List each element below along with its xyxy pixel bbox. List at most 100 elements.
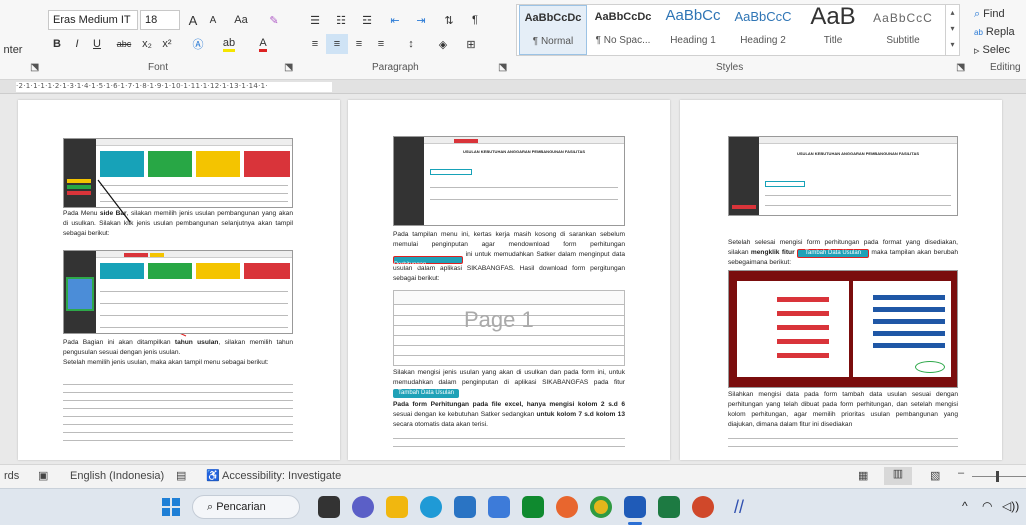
screenshot-modal-form [728,270,958,388]
wifi-icon[interactable]: ◠ [982,499,992,513]
align-center-icon[interactable]: ≡ [326,34,348,54]
taskbar-search[interactable]: ⌕ Pencarian [192,495,300,519]
page-1[interactable]: Pada Menu side Bar, silakan memilih jeni… [18,100,340,460]
font-name-value: Eras Medium IT [53,14,131,26]
style-heading-2[interactable]: AaBbCcC Heading 2 [729,5,797,55]
ribbon: nter ⬔ Eras Medium IT 18 A A Aa ✎ B I U … [0,0,1026,80]
italic-button[interactable]: I [68,34,86,54]
replace-button[interactable]: ab Repla [974,22,1026,42]
text-effects-icon[interactable]: Ⓐ [186,34,210,54]
strikethrough-button[interactable]: abc [112,34,136,54]
tambah-data-button: Tambah Data Usulan [797,248,870,258]
language-status[interactable]: English (Indonesia) [70,470,164,482]
p1-paragraph-1: Pada Menu side Bar, silakan memilih jeni… [63,210,293,237]
select-button[interactable]: ▹ Selec [974,40,1026,60]
change-case-button[interactable]: Aa [228,10,254,30]
replace-icon: ab [974,27,983,37]
photos-icon[interactable] [488,496,510,518]
chrome-icon[interactable] [590,496,612,518]
page-2[interactable]: USULAN KEBUTUHAN ANGGARAN PEMBANGUNAN FA… [348,100,670,460]
start-icon[interactable] [160,496,182,518]
multilevel-list-icon[interactable]: ☲ [356,10,378,30]
p2-paragraph-2: Silakan mengisi jenis usulan yang akan d… [393,369,625,398]
zoom-out-button[interactable]: – [958,467,964,479]
slash-app-icon[interactable]: // [728,496,750,518]
style-normal[interactable]: AaBbCcDc ¶ Normal [519,5,587,55]
task-view-icon[interactable] [318,496,340,518]
decrease-indent-icon[interactable]: ⇤ [384,10,406,30]
paragraph-expander-icon[interactable]: ⬔ [498,62,507,73]
cursor-icon: ▹ [974,44,980,57]
style-no-spacing[interactable]: AaBbCcDc ¶ No Spac... [589,5,657,55]
subscript-button[interactable]: x₂ [138,34,156,54]
styles-scroll-icon[interactable]: ▴ ▾ ▾ [945,5,959,55]
p1-paragraph-2: Pada Bagian ini akan ditampilkan tahun u… [63,339,294,356]
sort-icon[interactable]: ⇅ [438,10,460,30]
accessibility-status[interactable]: Accessibility: Investigate [222,470,341,482]
font-expander-icon[interactable]: ⬔ [284,62,293,73]
style-subtitle[interactable]: AaBbCcC Subtitle [869,5,937,55]
xbox-icon[interactable] [522,496,544,518]
highlight-icon[interactable]: ab [216,34,242,54]
accessibility-icon[interactable]: ♿ [206,469,220,482]
zoom-slider[interactable] [972,476,1026,477]
justify-icon[interactable]: ≡ [370,34,392,54]
bold-button[interactable]: B [48,34,66,54]
web-layout-icon[interactable]: ▧ [930,469,940,482]
replace-label: Repla [985,26,1015,38]
borders-icon[interactable]: ⊞ [460,34,482,54]
superscript-button[interactable]: x² [158,34,176,54]
style-sample: AaBbCcC [734,9,792,24]
increase-indent-icon[interactable]: ⇥ [410,10,432,30]
grow-font-button[interactable]: A [184,10,202,30]
styles-expander-icon[interactable]: ⬔ [956,62,965,73]
clipboard-expander-icon[interactable]: ⬔ [30,62,39,73]
shading-icon[interactable]: ◈ [432,34,454,54]
font-size-dropdown[interactable]: 18 [140,10,180,30]
excel-icon[interactable] [658,496,680,518]
style-name: Heading 2 [740,35,786,46]
volume-icon[interactable]: ◁)) [1002,499,1019,513]
store-icon[interactable] [454,496,476,518]
ruler[interactable]: ·2·1·1·1·1·2·1·3·1·4·1·5·1·6·1·7·1·8·1·9… [0,80,1026,94]
powerpoint-icon[interactable] [692,496,714,518]
predictions-icon[interactable]: ▤ [176,469,186,482]
word-icon[interactable] [624,496,646,518]
p3-paragraph-1: Setelah selesai mengisi form perhitungan… [728,239,958,266]
modal-left [737,281,849,377]
bullets-icon[interactable]: ☰ [304,10,326,30]
firefox-icon[interactable] [556,496,578,518]
page-3[interactable]: USULAN KEBUTUHAN ANGGARAN PEMBANGUNAN FA… [680,100,1002,460]
focus-mode-icon[interactable]: ▦ [858,469,868,482]
line-spacing-icon[interactable]: ↕ [400,34,422,54]
tambah-data-button: Tambah Data Usulan [393,388,459,398]
align-right-icon[interactable]: ≡ [348,34,370,54]
tray-chevron-icon[interactable]: ^ [962,499,968,513]
taskbar-search-label: Pencarian [216,501,266,513]
find-button[interactable]: ⌕ Find [974,4,1026,24]
font-name-dropdown[interactable]: Eras Medium IT [48,10,138,30]
file-explorer-icon[interactable] [386,496,408,518]
styles-gallery[interactable]: AaBbCcDc ¶ Normal AaBbCcDc ¶ No Spac... … [516,3,960,56]
style-heading-1[interactable]: AaBbCc Heading 1 [659,5,727,55]
paste-label[interactable]: nter [0,40,26,60]
underline-button[interactable]: U [88,34,106,54]
shrink-font-button[interactable]: A [204,10,222,30]
word-count[interactable]: rds [4,470,19,482]
edge-icon[interactable] [420,496,442,518]
zoom-slider-thumb[interactable] [996,471,999,482]
select-label: Selec [982,44,1011,56]
shot-title: USULAN KEBUTUHAN ANGGARAN PEMBANGUNAN FA… [463,149,585,154]
font-color-icon[interactable]: A [250,34,276,54]
clear-format-icon[interactable]: ✎ [264,10,284,30]
chat-icon[interactable] [352,496,374,518]
style-sample: AaBbCcDc [524,12,582,24]
screenshot-form-filled: USULAN KEBUTUHAN ANGGARAN PEMBANGUNAN FA… [728,136,958,216]
show-marks-icon[interactable]: ¶ [464,10,486,30]
app-sidebar [729,137,759,215]
align-left-icon[interactable]: ≡ [304,34,326,54]
print-layout-icon[interactable]: ▥ [884,467,912,485]
proofing-icon[interactable]: ▣ [38,469,48,482]
style-title[interactable]: AaB Title [799,3,867,55]
numbering-icon[interactable]: ☷ [330,10,352,30]
